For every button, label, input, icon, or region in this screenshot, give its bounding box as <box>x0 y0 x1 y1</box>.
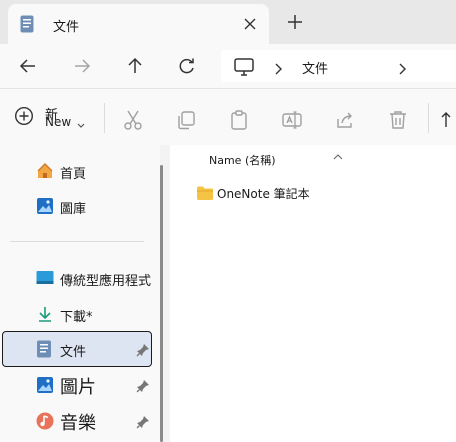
pictures-icon <box>36 376 54 398</box>
command-bar: 新 New <box>0 89 456 145</box>
documents-icon <box>36 340 52 362</box>
sidebar-item-label: 圖片 <box>60 377 96 398</box>
chevron-down-icon <box>77 114 85 133</box>
sidebar-item-music[interactable]: 音樂 <box>2 403 152 439</box>
desktop-icon <box>36 269 54 291</box>
sidebar-item-documents[interactable]: 文件 <box>2 331 152 367</box>
file-list: Name (名稱) OneNote 筆記本 <box>170 145 456 442</box>
list-item[interactable]: OneNote 筆記本 <box>190 183 440 205</box>
navigation-pane: 首頁 圖庫 傳統型應用程式 下載* 文件 圖片 音樂 <box>0 145 160 442</box>
sidebar-item-label: 文件 <box>60 345 87 360</box>
download-icon <box>36 305 54 327</box>
delete-icon[interactable] <box>387 109 409 131</box>
sidebar-item-pictures[interactable]: 圖片 <box>2 367 152 403</box>
music-icon <box>36 412 54 434</box>
chevron-right-icon[interactable] <box>273 60 283 79</box>
file-name: OneNote 筆記本 <box>217 187 310 201</box>
pin-icon[interactable] <box>136 378 150 397</box>
new-label-english: New <box>45 115 72 129</box>
paste-icon[interactable] <box>228 109 250 131</box>
sort-ascending-icon[interactable] <box>333 145 343 164</box>
column-header-name[interactable]: Name (名稱) <box>209 152 276 168</box>
sidebar-divider <box>10 241 144 242</box>
back-arrow-icon[interactable] <box>17 55 39 77</box>
gallery-icon <box>36 197 54 219</box>
new-tab-icon[interactable] <box>286 13 304 31</box>
sidebar-item-label: 音樂 <box>60 413 96 434</box>
toolbar-separator <box>428 103 429 133</box>
sort-icon[interactable] <box>440 109 456 131</box>
pin-icon[interactable] <box>136 342 150 361</box>
navigation-bar: 文件 <box>0 44 456 88</box>
sidebar-item-downloads[interactable]: 下載* <box>2 296 152 332</box>
home-icon <box>36 162 54 184</box>
documents-icon <box>20 15 34 37</box>
sidebar-item-label: 傳統型應用程式 <box>60 274 152 289</box>
sidebar-item-label: 下載* <box>60 310 93 325</box>
address-bar[interactable]: 文件 <box>221 50 456 82</box>
sidebar-item-label: 首頁 <box>60 167 87 182</box>
chevron-right-icon[interactable] <box>397 60 407 79</box>
sidebar-scrollbar[interactable] <box>160 165 163 442</box>
rename-icon[interactable] <box>281 109 303 131</box>
sidebar-item-gallery[interactable]: 圖庫 <box>2 188 152 224</box>
sidebar-item-label: 圖庫 <box>60 202 87 217</box>
cut-icon[interactable] <box>122 109 144 131</box>
share-icon[interactable] <box>334 109 356 131</box>
plus-circle-icon <box>14 106 34 130</box>
sidebar-item-desktop[interactable]: 傳統型應用程式 <box>2 260 152 296</box>
new-button[interactable]: 新 New <box>14 106 94 132</box>
tab-documents[interactable]: 文件 <box>8 4 269 44</box>
sidebar-item-home[interactable]: 首頁 <box>2 153 152 189</box>
forward-arrow-icon[interactable] <box>71 55 93 77</box>
breadcrumb-documents[interactable]: 文件 <box>302 58 328 77</box>
pin-icon[interactable] <box>136 414 150 433</box>
copy-icon[interactable] <box>175 109 197 131</box>
up-arrow-icon[interactable] <box>124 55 146 77</box>
tab-title: 文件 <box>53 20 80 35</box>
refresh-icon[interactable] <box>176 55 198 77</box>
close-tab-icon[interactable] <box>241 15 259 33</box>
toolbar-separator <box>104 103 105 133</box>
computer-icon <box>234 58 254 80</box>
folder-icon <box>196 185 214 205</box>
tab-bar: 文件 <box>0 0 456 44</box>
